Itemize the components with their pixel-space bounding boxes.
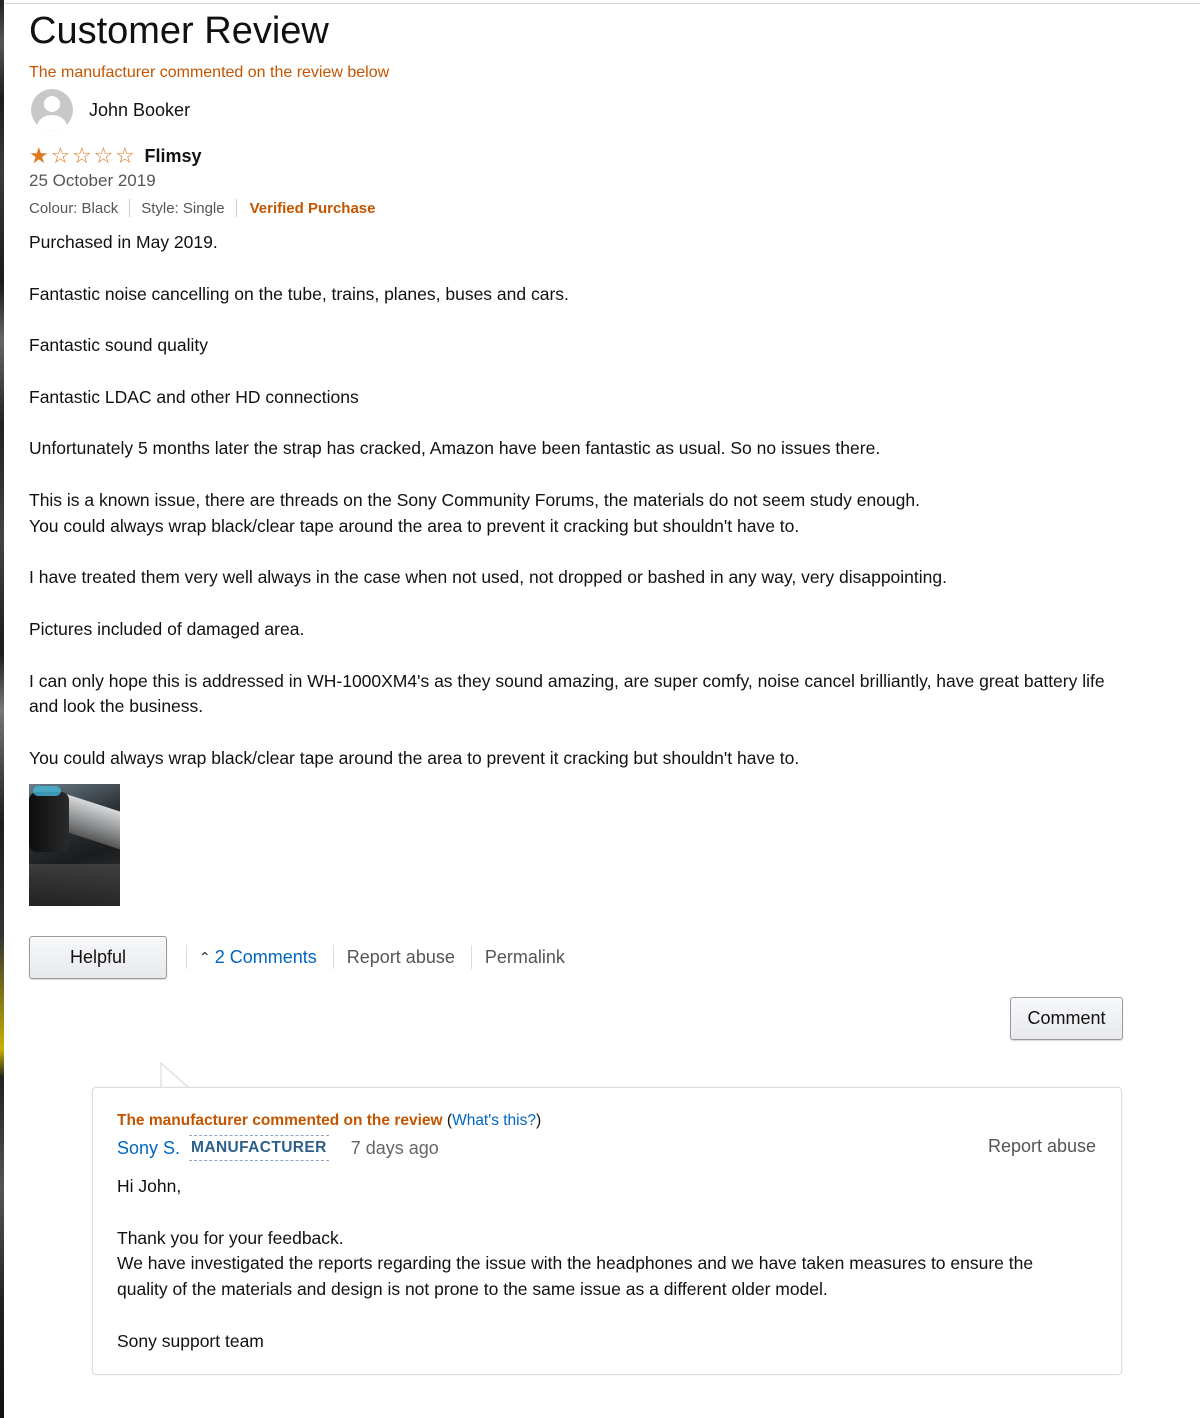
divider (235, 199, 237, 217)
review-actions: ⌃ 2 Comments Report abuse Permalink (186, 944, 581, 970)
star-icon: ☆ (93, 143, 114, 168)
review-photo-thumbnail[interactable] (29, 784, 120, 906)
divider (332, 945, 334, 969)
review-paragraph: I have treated them very well always in … (29, 567, 947, 588)
paren-close: ) (536, 1112, 542, 1129)
review-title[interactable]: Flimsy (145, 146, 202, 167)
comment-header-label: The manufacturer commented on the review (117, 1112, 443, 1129)
avatar-head (44, 96, 60, 112)
comment-button[interactable]: Comment (1010, 997, 1123, 1040)
comment-paragraph: Thank you for your feedback. We have inv… (117, 1227, 1034, 1300)
divider (186, 945, 187, 969)
comments-toggle-link[interactable]: ⌃ 2 Comments (199, 947, 317, 968)
review-date: 25 October 2019 (29, 171, 156, 190)
comment-timestamp: 7 days ago (350, 1137, 439, 1158)
top-divider (5, 3, 1200, 4)
review-paragraph: Purchased in May 2019. (29, 232, 218, 252)
comment-author-row: Sony S. MANUFACTURER 7 days ago (117, 1135, 439, 1161)
comment-header: The manufacturer commented on the review… (117, 1110, 541, 1132)
photo-reflection (29, 864, 120, 906)
review-paragraph: Fantastic noise cancelling on the tube, … (29, 283, 569, 304)
avatar (31, 89, 73, 131)
review-paragraph: Pictures included of damaged area. (29, 618, 305, 639)
report-abuse-link[interactable]: Report abuse (347, 947, 455, 968)
review-paragraph: I can only hope this is addressed in WH-… (29, 670, 1105, 717)
permalink-link[interactable]: Permalink (485, 947, 565, 968)
comment-report-abuse-link[interactable]: Report abuse (988, 1136, 1096, 1157)
comment-paragraph: Sony support team (117, 1330, 264, 1351)
star-icon: ☆ (72, 143, 92, 168)
star-icon: ☆ (50, 143, 71, 168)
comment-paragraph: Hi John, (117, 1176, 182, 1196)
comment-body: Hi John, Thank you for your feedback. We … (117, 1174, 1107, 1380)
whats-this-link[interactable]: What's this? (452, 1112, 536, 1129)
manufacturer-badge[interactable]: MANUFACTURER (189, 1135, 329, 1161)
variant-style[interactable]: Style: Single (141, 200, 224, 217)
photo-earcup (29, 792, 69, 852)
review-paragraph: Fantastic LDAC and other HD connections (29, 386, 359, 407)
comment-author-link[interactable]: Sony S. (117, 1138, 180, 1159)
caret-up-icon: ⌃ (199, 948, 211, 965)
star-rating[interactable]: ★ ☆ ☆ ☆ ☆ (29, 145, 137, 167)
avatar-body (37, 115, 67, 131)
comment-box-pointer (160, 1061, 190, 1089)
page-title: Customer Review (29, 10, 329, 52)
verified-purchase-badge: Verified Purchase (249, 199, 376, 217)
review-paragraph: You could always wrap black/clear tape a… (29, 747, 800, 768)
variant-row: Colour: Black Style: Single Verified Pur… (29, 197, 376, 219)
divider (470, 945, 472, 969)
variant-colour[interactable]: Colour: Black (29, 200, 118, 217)
manufacturer-note: The manufacturer commented on the review… (29, 64, 390, 81)
helpful-button[interactable]: Helpful (29, 936, 167, 979)
divider (129, 199, 131, 217)
comments-count-label: 2 Comments (214, 946, 317, 967)
review-paragraph: Fantastic sound quality (29, 335, 208, 356)
review-paragraph: This is a known issue, there are threads… (29, 489, 920, 536)
review-body: Purchased in May 2019. Fantastic noise ca… (29, 230, 1169, 798)
window-edge (0, 0, 4, 1418)
reviewer-name[interactable]: John Booker (89, 100, 190, 121)
reviewer-profile[interactable]: John Booker (31, 89, 190, 131)
star-icon: ★ (29, 143, 49, 168)
photo-light (33, 786, 61, 796)
review-paragraph: Unfortunately 5 months later the strap h… (29, 438, 881, 459)
star-icon: ☆ (115, 143, 135, 168)
rating-row: ★ ☆ ☆ ☆ ☆ Flimsy (29, 143, 202, 169)
